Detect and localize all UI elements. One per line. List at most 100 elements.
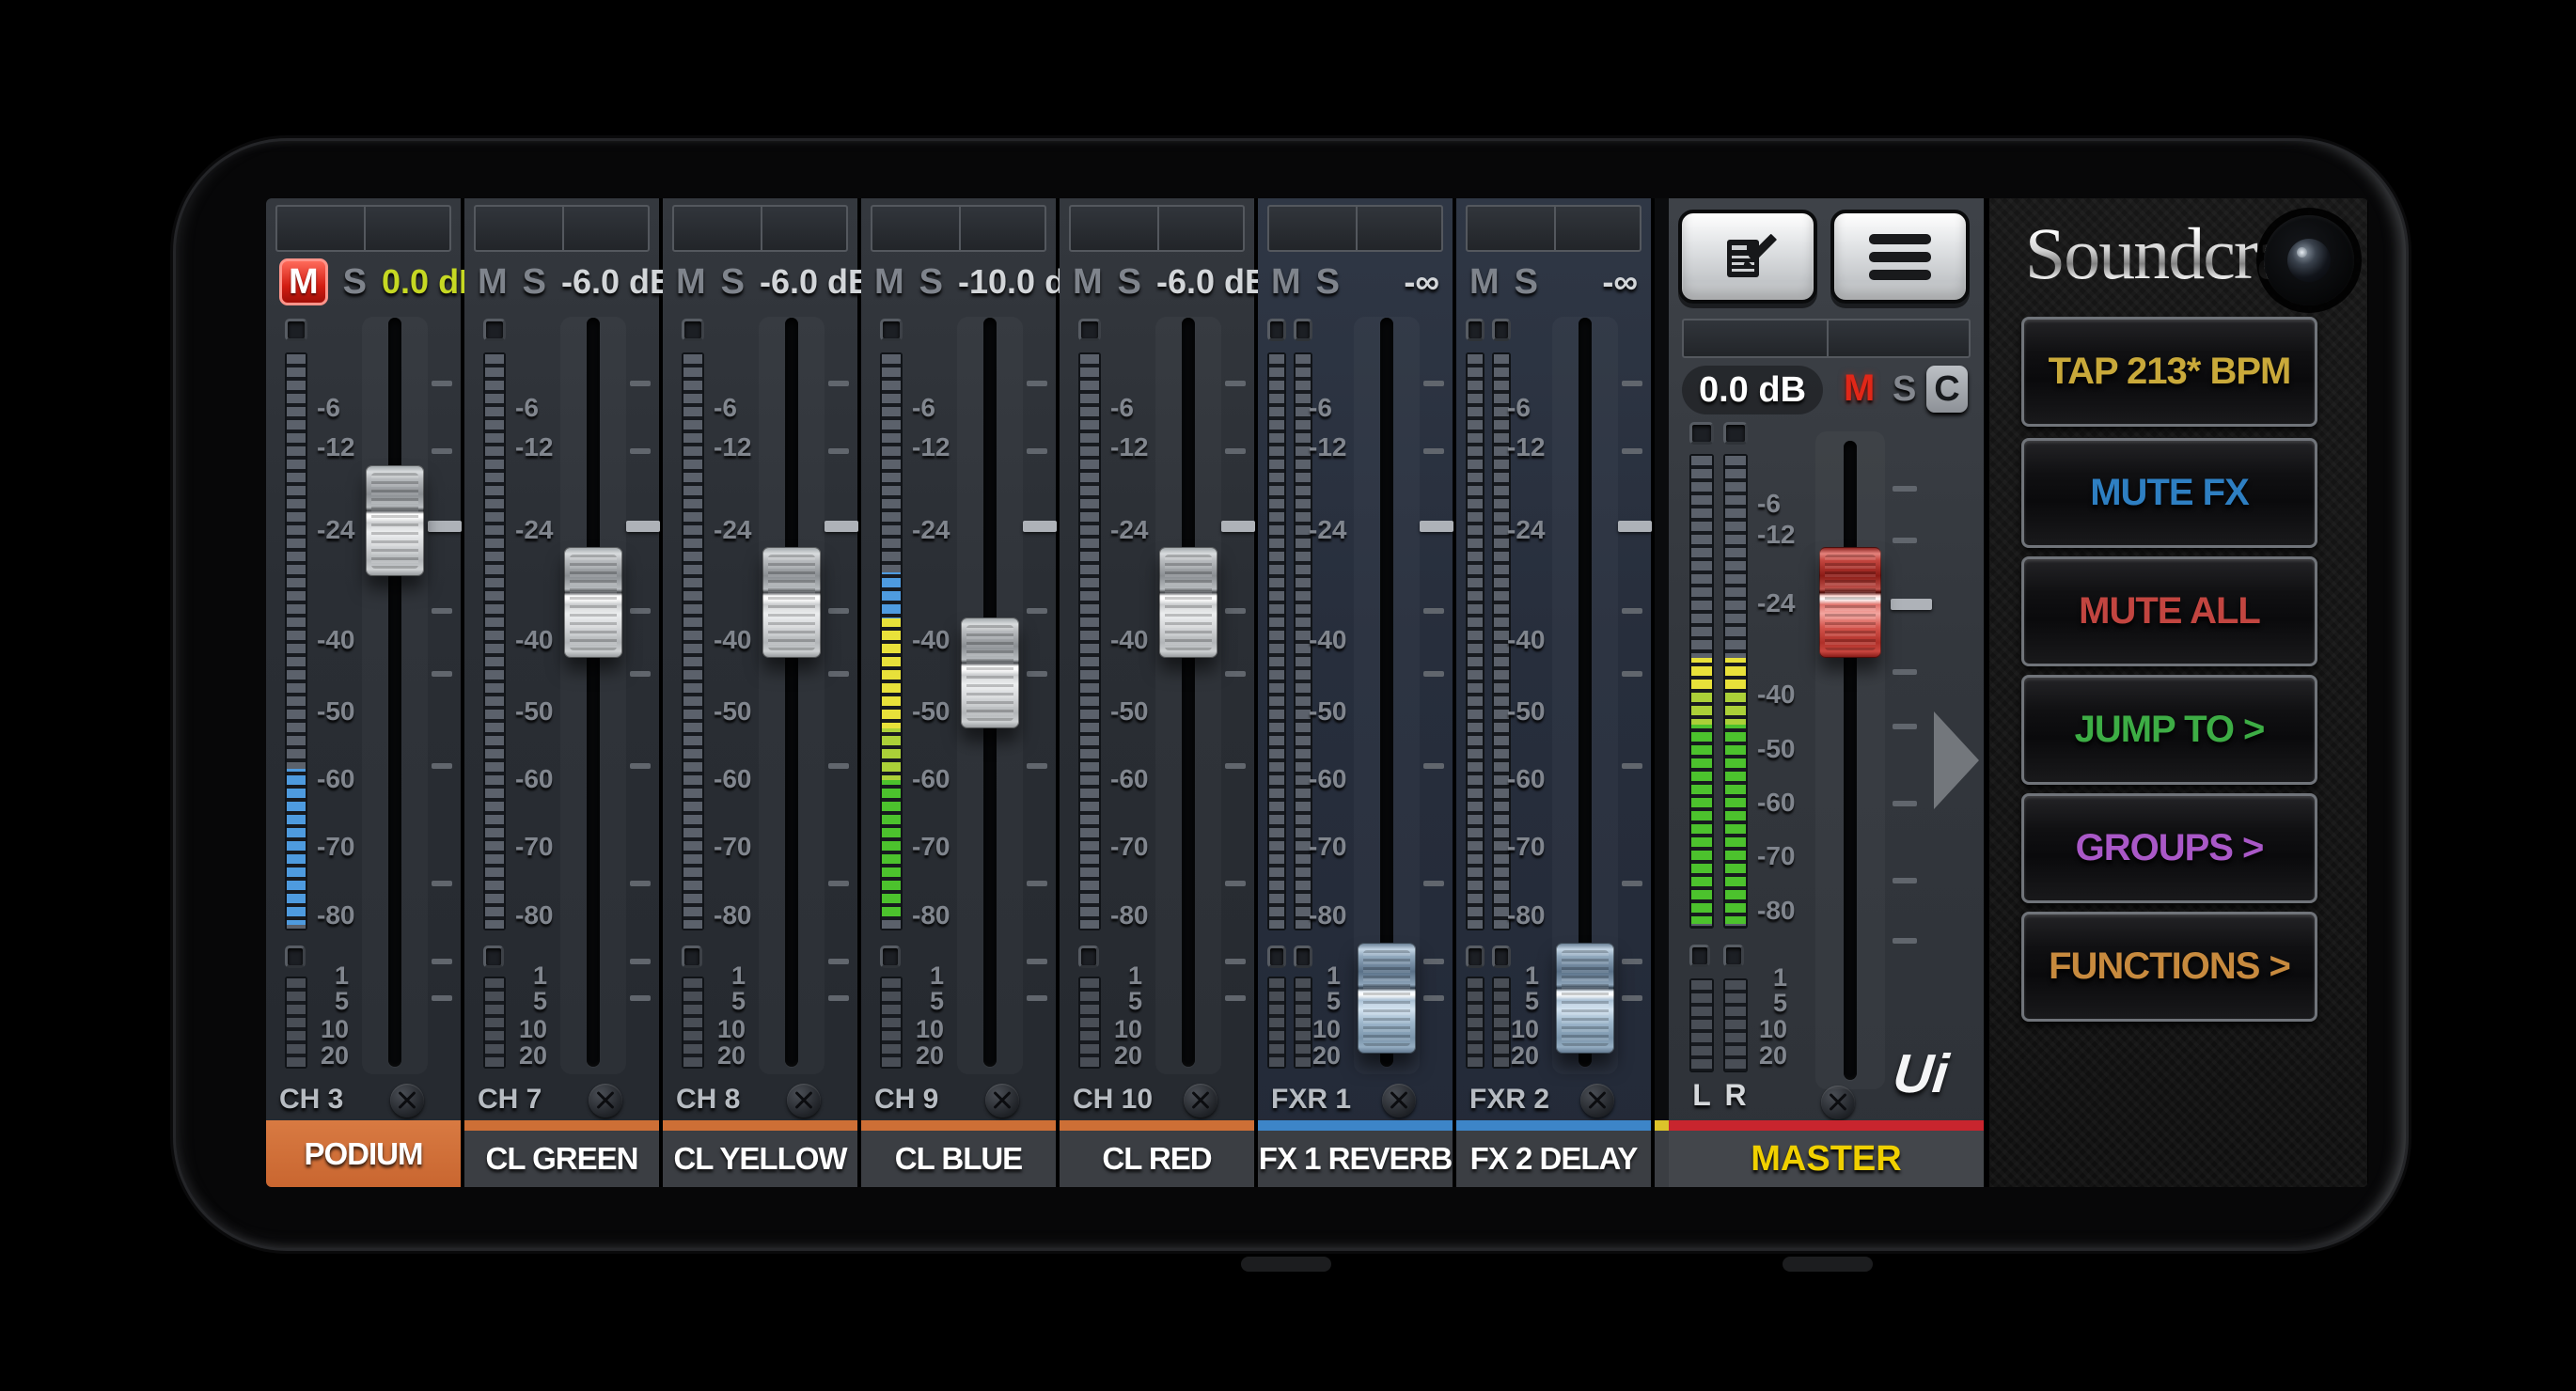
fader-tick (1423, 381, 1444, 386)
fader-tick (1027, 448, 1047, 454)
pan-control[interactable] (275, 205, 451, 252)
solo-button[interactable]: S (523, 258, 546, 306)
solo-button[interactable]: S (1515, 258, 1538, 306)
save-snapshot-button[interactable] (1678, 210, 1817, 304)
pan-control[interactable] (474, 205, 650, 252)
pan-control[interactable] (1267, 205, 1443, 252)
expand-right-arrow[interactable] (1934, 711, 1979, 809)
channel-header: MS-6.0 dB (1060, 255, 1254, 309)
fader-tick (828, 995, 849, 1001)
mute-button[interactable]: M (874, 258, 904, 306)
fader-slot[interactable] (388, 318, 401, 1067)
fader-tick (1225, 671, 1246, 677)
channel-name[interactable]: CL BLUE (861, 1131, 1056, 1187)
channel-name[interactable]: CL GREEN (464, 1131, 659, 1187)
fader-handle[interactable] (961, 617, 1019, 728)
mute-button[interactable]: M (1073, 258, 1103, 306)
channel-name[interactable]: FX 2 DELAY (1456, 1131, 1651, 1187)
solo-button[interactable]: S (1316, 258, 1340, 306)
app-screen: MS0.0 dB-6-12-24-40-50-60-70-80151020CH … (266, 198, 2368, 1187)
channel-name[interactable]: PODIUM (266, 1120, 461, 1187)
level-meter (1078, 352, 1101, 930)
screw-icon (390, 1084, 424, 1117)
channel-header: MS-6.0 dB (464, 255, 659, 309)
sidebar-button-mute-all[interactable]: MUTE ALL (2021, 556, 2317, 666)
fader-tick (1423, 763, 1444, 769)
fader-tick (1893, 538, 1917, 543)
next-channel-color-sliver (1655, 1120, 1669, 1131)
zero-db-marker (1023, 521, 1057, 532)
mute-button[interactable]: M (1469, 258, 1500, 306)
solo-button[interactable]: S (721, 258, 745, 306)
hamburger-menu-icon (1869, 230, 1931, 284)
fader-handle[interactable] (366, 465, 424, 576)
gain-reduction-meter (880, 977, 903, 1069)
fader-tick (1423, 881, 1444, 886)
clip-led (1267, 319, 1286, 341)
fader-tick (1893, 486, 1917, 492)
mute-button[interactable]: M (279, 258, 328, 305)
phone-edge-reflection (1241, 1257, 1331, 1272)
master-center-button[interactable]: C (1926, 366, 1968, 413)
fader-tick (432, 671, 452, 677)
fader-handle[interactable] (762, 547, 821, 658)
fader-tick (432, 448, 452, 454)
sidebar-button-functions[interactable]: FUNCTIONS > (2021, 912, 2317, 1022)
fader-handle[interactable] (1159, 547, 1217, 658)
fader-slot[interactable] (587, 318, 600, 1067)
channel-name[interactable]: CL RED (1060, 1131, 1254, 1187)
fader-tick (1225, 881, 1246, 886)
master-fader-handle[interactable] (1819, 547, 1881, 658)
master-solo-button[interactable]: S (1893, 369, 1916, 410)
level-readout: -6.0 dB (1156, 262, 1269, 302)
channel-name[interactable]: CL YELLOW (663, 1131, 857, 1187)
fader-tick (1027, 959, 1047, 964)
mute-button[interactable]: M (1271, 258, 1301, 306)
gr-led (1492, 946, 1511, 968)
mute-button[interactable]: M (676, 258, 706, 306)
channel-strip-fxr-1: MS-∞-6-12-24-40-50-60-70-80151020FXR 1FX… (1258, 198, 1453, 1187)
fader-handle[interactable] (564, 547, 622, 658)
pan-control[interactable] (1466, 205, 1641, 252)
fader-handle[interactable] (1358, 943, 1416, 1054)
sidebar-button-groups[interactable]: GROUPS > (2021, 793, 2317, 903)
gain-reduction-meter (1492, 977, 1511, 1069)
pan-control[interactable] (1069, 205, 1245, 252)
menu-button[interactable] (1830, 210, 1970, 304)
sidebar-button-tap-213-bpm[interactable]: TAP 213* BPM (2021, 317, 2317, 427)
zero-db-marker (1891, 599, 1932, 610)
fader-slot[interactable] (1182, 318, 1195, 1067)
next-channel-plate-sliver (1655, 1131, 1669, 1187)
sidebar-button-jump-to[interactable]: JUMP TO > (2021, 675, 2317, 785)
solo-button[interactable]: S (919, 258, 943, 306)
mute-button[interactable]: M (478, 258, 508, 306)
fader-tick (1423, 608, 1444, 614)
fader-tick (1225, 448, 1246, 454)
clip-led (1078, 319, 1101, 341)
channel-name[interactable]: FX 1 REVERB (1258, 1131, 1453, 1187)
fader-slot[interactable] (785, 318, 798, 1067)
master-name[interactable]: MASTER (1669, 1131, 1984, 1187)
fader-tick (432, 881, 452, 886)
fader-tick (828, 448, 849, 454)
pan-control[interactable] (871, 205, 1046, 252)
channel-strip-ch-7: MS-6.0 dB-6-12-24-40-50-60-70-80151020CH… (464, 198, 659, 1187)
solo-button[interactable]: S (343, 258, 367, 306)
fader-tick (1622, 381, 1642, 386)
solo-button[interactable]: S (1118, 258, 1141, 306)
channel-id: FXR 2 (1469, 1084, 1549, 1116)
master-pan-control[interactable] (1682, 319, 1971, 358)
level-readout: -∞ (1602, 262, 1638, 302)
front-camera (2264, 215, 2354, 305)
fader-handle[interactable] (1556, 943, 1614, 1054)
level-meter (1723, 454, 1748, 929)
pan-control[interactable] (672, 205, 848, 252)
fader-slot[interactable] (1844, 441, 1857, 1080)
zero-db-marker (1221, 521, 1255, 532)
zero-db-marker (825, 521, 858, 532)
channel-id: CH 9 (874, 1084, 938, 1116)
gain-reduction-meter (1466, 977, 1484, 1069)
fader-tick (1622, 763, 1642, 769)
sidebar-button-mute-fx[interactable]: MUTE FX (2021, 438, 2317, 548)
master-mute-button[interactable]: M (1844, 367, 1875, 410)
